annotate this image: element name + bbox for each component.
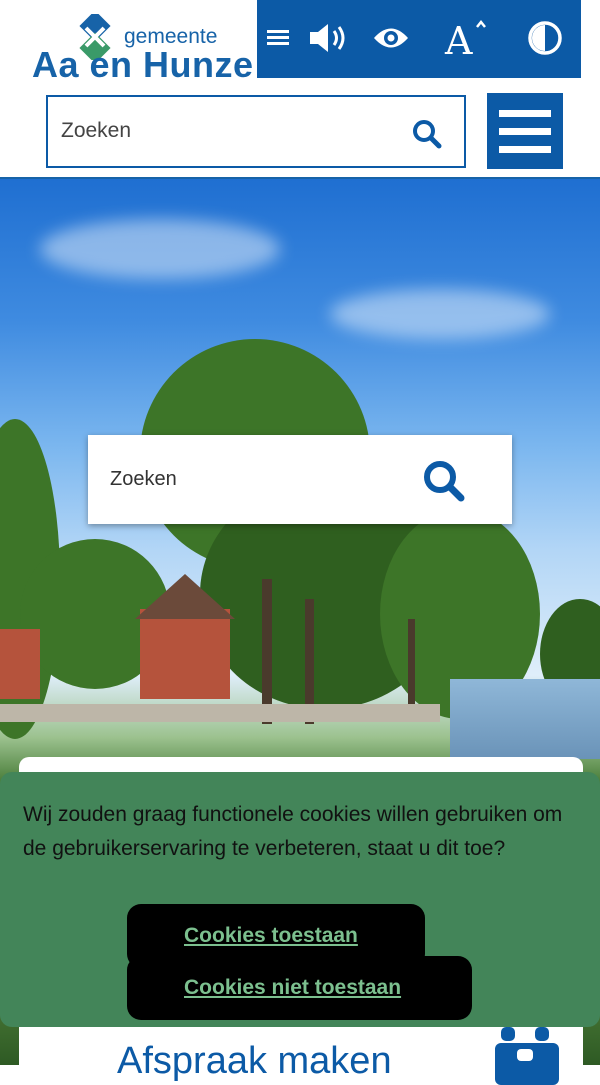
contrast-icon[interactable] (523, 12, 567, 64)
municipality-logo[interactable]: gemeente Aa en Hunze (32, 14, 282, 85)
site-header: gemeente Aa en Hunze A Zoeken (0, 0, 600, 179)
eye-icon[interactable] (369, 12, 413, 64)
search-placeholder: Zoeken (61, 119, 132, 142)
accessibility-toolbar: A (257, 0, 581, 78)
search-icon[interactable] (422, 459, 466, 503)
main-menu-button[interactable] (487, 93, 563, 169)
card-title: Afspraak maken (117, 1040, 392, 1082)
cookie-message: Wij zouden graag functionele cookies wil… (23, 803, 563, 860)
svg-text:A: A (444, 19, 473, 58)
logo-text-big: Aa en Hunze (32, 44, 254, 85)
cookie-banner: Wij zouden graag functionele cookies wil… (0, 772, 600, 1027)
hero-search-placeholder: Zoeken (110, 468, 177, 490)
reject-cookies-button[interactable]: Cookies niet toestaan (127, 956, 472, 1020)
hamburger-icon (499, 110, 551, 117)
hero-search-field[interactable]: Zoeken (88, 435, 512, 524)
menu-lines-icon[interactable] (265, 12, 291, 64)
text-size-icon[interactable]: A (441, 12, 491, 64)
search-icon[interactable] (412, 119, 442, 149)
appointment-icon (495, 1027, 559, 1085)
accept-cookies-label: Cookies toestaan (184, 924, 358, 947)
speaker-icon[interactable] (307, 12, 351, 64)
reject-cookies-label: Cookies niet toestaan (184, 976, 402, 999)
header-search-field[interactable]: Zoeken (46, 95, 466, 168)
